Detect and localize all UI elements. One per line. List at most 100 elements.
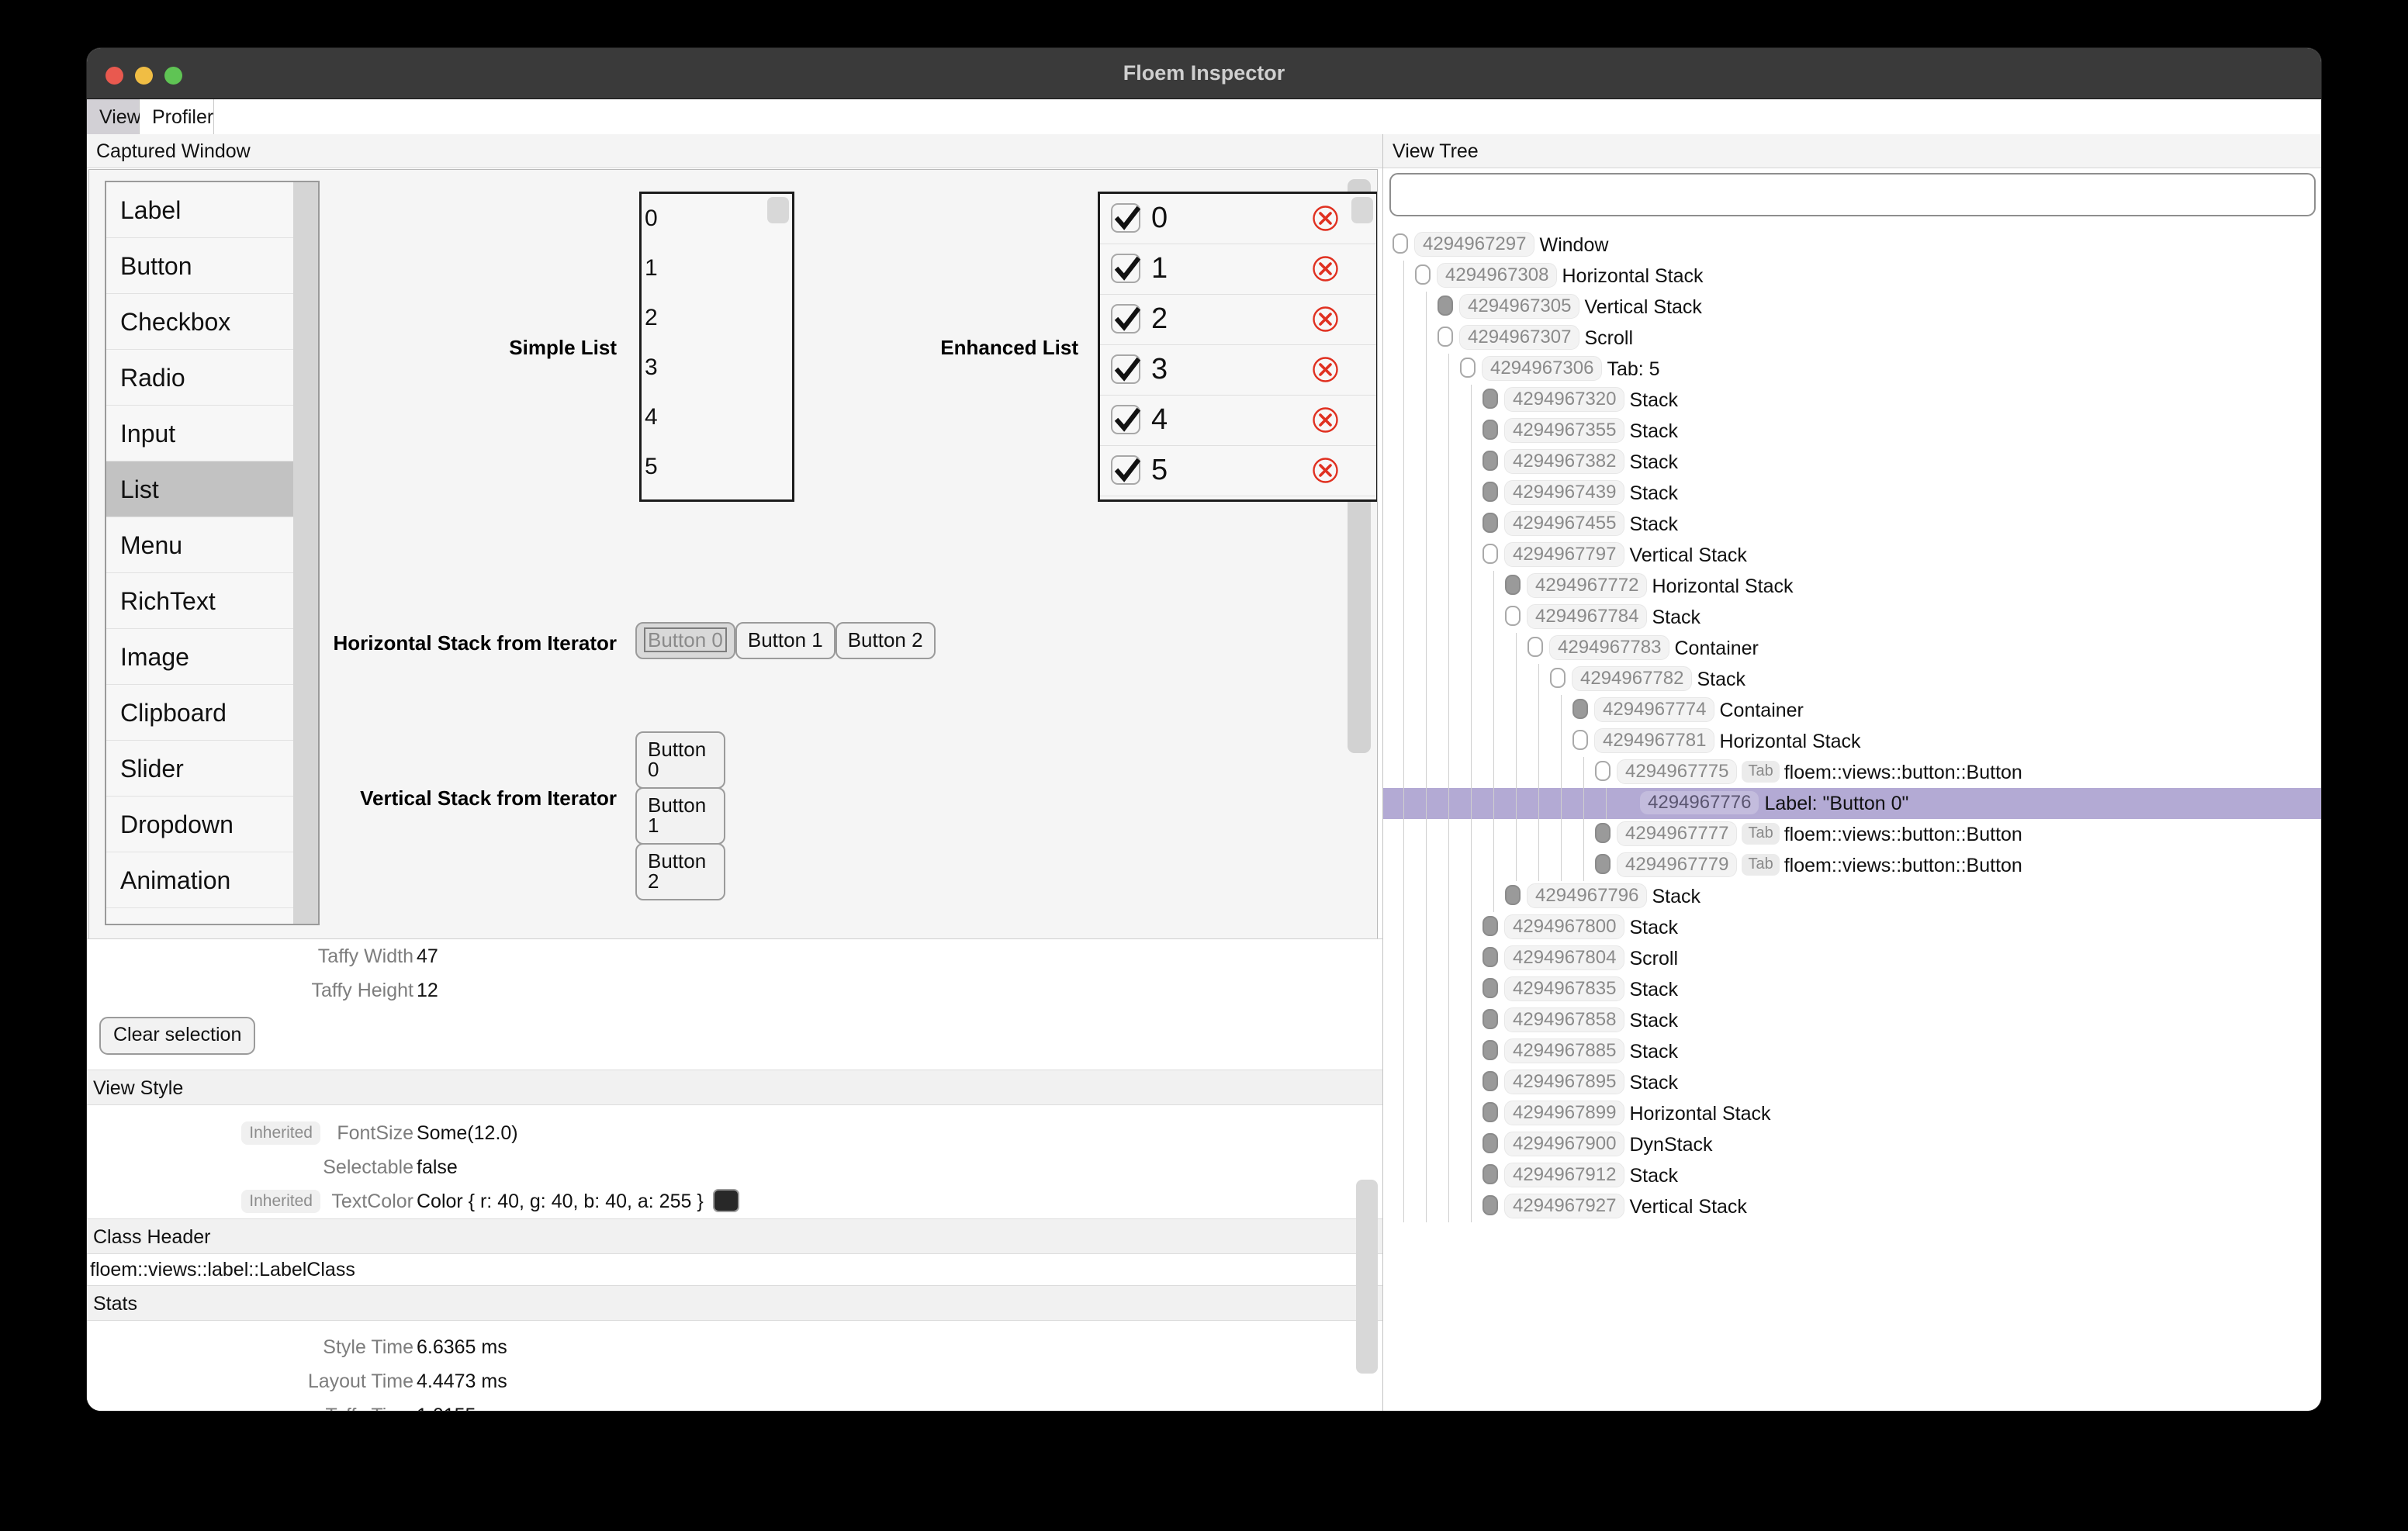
tree-leaf-bullet-icon[interactable]: [1483, 1164, 1498, 1184]
circle-x-icon[interactable]: [1312, 306, 1339, 333]
simple-list-item[interactable]: 5: [642, 442, 792, 492]
view-tree-row[interactable]: 4294967772Horizontal Stack: [1383, 571, 2321, 602]
enhanced-list-row[interactable]: 1: [1100, 244, 1376, 295]
enhanced-list-row[interactable]: 0: [1100, 194, 1376, 244]
tree-leaf-bullet-icon[interactable]: [1595, 854, 1611, 874]
view-tree-row[interactable]: 4294967439Stack: [1383, 478, 2321, 509]
demo-sidebar-item-list[interactable]: List: [106, 461, 318, 517]
tree-leaf-bullet-icon[interactable]: [1483, 1009, 1498, 1029]
vstack-button-0[interactable]: Button 0: [635, 731, 725, 789]
demo-sidebar-item-slider[interactable]: Slider: [106, 741, 318, 797]
tree-expand-bullet-icon[interactable]: [1393, 233, 1408, 254]
tree-expand-bullet-icon[interactable]: [1505, 606, 1521, 626]
simple-list-item[interactable]: 4: [642, 392, 792, 442]
tree-expand-bullet-icon[interactable]: [1460, 358, 1476, 378]
inspector-scrollbar[interactable]: [1356, 1180, 1378, 1374]
view-tree-row[interactable]: 4294967885Stack: [1383, 1036, 2321, 1067]
enhanced-list[interactable]: 012345: [1098, 192, 1378, 502]
view-tree-row[interactable]: 4294967308Horizontal Stack: [1383, 261, 2321, 292]
view-tree-row[interactable]: 4294967796Stack: [1383, 881, 2321, 912]
view-tree-row[interactable]: 4294967912Stack: [1383, 1160, 2321, 1191]
demo-sidebar-item-button[interactable]: Button: [106, 238, 318, 294]
hstack-button-2[interactable]: Button 2: [836, 622, 936, 659]
vstack-button-2[interactable]: Button 2: [635, 843, 725, 900]
hstack-button-1[interactable]: Button 1: [735, 622, 836, 659]
view-tree-row[interactable]: 4294967900DynStack: [1383, 1129, 2321, 1160]
circle-x-icon[interactable]: [1312, 457, 1339, 484]
view-tree-row[interactable]: 4294967382Stack: [1383, 447, 2321, 478]
tree-leaf-bullet-icon[interactable]: [1505, 885, 1521, 905]
tree-leaf-bullet-icon[interactable]: [1483, 1102, 1498, 1122]
demo-sidebar-item-menu[interactable]: Menu: [106, 517, 318, 573]
view-tree-row[interactable]: 4294967895Stack: [1383, 1067, 2321, 1098]
checkbox-checked-icon[interactable]: [1111, 304, 1140, 334]
view-tree-row[interactable]: 4294967899Horizontal Stack: [1383, 1098, 2321, 1129]
view-tree-row[interactable]: 4294967455Stack: [1383, 509, 2321, 540]
view-tree-row[interactable]: 4294967779Tabfloem::views::button::Butto…: [1383, 850, 2321, 881]
tree-expand-bullet-icon[interactable]: [1572, 730, 1588, 750]
tab-views[interactable]: Views: [87, 99, 140, 135]
view-tree-row[interactable]: 4294967797Vertical Stack: [1383, 540, 2321, 571]
view-tree-row[interactable]: 4294967804Scroll: [1383, 943, 2321, 974]
view-tree-row[interactable]: 4294967784Stack: [1383, 602, 2321, 633]
demo-sidebar-item-clipboard[interactable]: Clipboard: [106, 685, 318, 741]
tree-leaf-bullet-icon[interactable]: [1483, 451, 1498, 471]
demo-sidebar-item-label[interactable]: Label: [106, 182, 318, 238]
tree-leaf-bullet-icon[interactable]: [1572, 699, 1588, 719]
view-tree-row[interactable]: 4294967775Tabfloem::views::button::Butto…: [1383, 757, 2321, 788]
view-tree-row[interactable]: 4294967800Stack: [1383, 912, 2321, 943]
view-tree-row[interactable]: 4294967835Stack: [1383, 974, 2321, 1005]
view-tree-row[interactable]: 4294967305Vertical Stack: [1383, 292, 2321, 323]
clear-selection-button[interactable]: Clear selection: [99, 1017, 255, 1055]
tree-leaf-bullet-icon[interactable]: [1505, 575, 1521, 595]
enhanced-list-row[interactable]: 5: [1100, 446, 1376, 496]
view-tree-row[interactable]: 4294967297Window: [1383, 230, 2321, 261]
tree-leaf-bullet-icon[interactable]: [1438, 295, 1453, 316]
view-tree-row[interactable]: 4294967774Container: [1383, 695, 2321, 726]
view-tree-row[interactable]: 4294967927Vertical Stack: [1383, 1191, 2321, 1222]
demo-sidebar-item-draggable[interactable]: Draggable: [106, 908, 318, 925]
simple-list-scrollbar[interactable]: [767, 197, 789, 223]
view-tree-row[interactable]: 4294967783Container: [1383, 633, 2321, 664]
demo-sidebar-item-image[interactable]: Image: [106, 629, 318, 685]
view-tree-row[interactable]: 4294967355Stack: [1383, 416, 2321, 447]
view-tree-row[interactable]: 4294967781Horizontal Stack: [1383, 726, 2321, 757]
checkbox-checked-icon[interactable]: [1111, 405, 1140, 434]
tree-leaf-bullet-icon[interactable]: [1483, 947, 1498, 967]
circle-x-icon[interactable]: [1312, 356, 1339, 383]
checkbox-checked-icon[interactable]: [1111, 354, 1140, 384]
checkbox-checked-icon[interactable]: [1111, 254, 1140, 283]
view-tree-row[interactable]: 4294967777Tabfloem::views::button::Butto…: [1383, 819, 2321, 850]
view-tree-row-selected[interactable]: 4294967776Label: "Button 0": [1383, 788, 2321, 819]
view-tree-row[interactable]: 4294967320Stack: [1383, 385, 2321, 416]
circle-x-icon[interactable]: [1312, 205, 1339, 232]
demo-sidebar-item-dropdown[interactable]: Dropdown: [106, 797, 318, 852]
tree-leaf-bullet-icon[interactable]: [1483, 978, 1498, 998]
demo-sidebar-scrollbar[interactable]: [293, 182, 318, 925]
tree-expand-bullet-icon[interactable]: [1527, 637, 1543, 657]
tree-leaf-bullet-icon[interactable]: [1483, 389, 1498, 409]
tree-expand-bullet-icon[interactable]: [1595, 761, 1611, 781]
tree-leaf-bullet-icon[interactable]: [1483, 482, 1498, 502]
enhanced-list-row[interactable]: 4: [1100, 396, 1376, 446]
tree-leaf-bullet-icon[interactable]: [1483, 513, 1498, 533]
view-tree-row[interactable]: 4294967858Stack: [1383, 1005, 2321, 1036]
tree-leaf-bullet-icon[interactable]: [1483, 1195, 1498, 1215]
demo-sidebar-item-input[interactable]: Input: [106, 406, 318, 461]
simple-list-item[interactable]: 1: [642, 244, 792, 293]
enhanced-list-row[interactable]: 2: [1100, 295, 1376, 345]
checkbox-checked-icon[interactable]: [1111, 455, 1140, 485]
enhanced-list-row[interactable]: 3: [1100, 345, 1376, 396]
tree-leaf-bullet-icon[interactable]: [1483, 916, 1498, 936]
tree-expand-bullet-icon[interactable]: [1550, 668, 1566, 688]
tree-leaf-bullet-icon[interactable]: [1595, 823, 1611, 843]
view-tree-row[interactable]: 4294967306Tab: 5: [1383, 354, 2321, 385]
tree-expand-bullet-icon[interactable]: [1483, 544, 1498, 564]
tree-expand-bullet-icon[interactable]: [1438, 327, 1453, 347]
demo-sidebar-item-radio[interactable]: Radio: [106, 350, 318, 406]
vstack-button-1[interactable]: Button 1: [635, 787, 725, 845]
circle-x-icon[interactable]: [1312, 255, 1339, 282]
tree-leaf-bullet-icon[interactable]: [1483, 420, 1498, 440]
view-tree-row[interactable]: 4294967307Scroll: [1383, 323, 2321, 354]
tab-profiler[interactable]: Profiler: [140, 99, 214, 135]
